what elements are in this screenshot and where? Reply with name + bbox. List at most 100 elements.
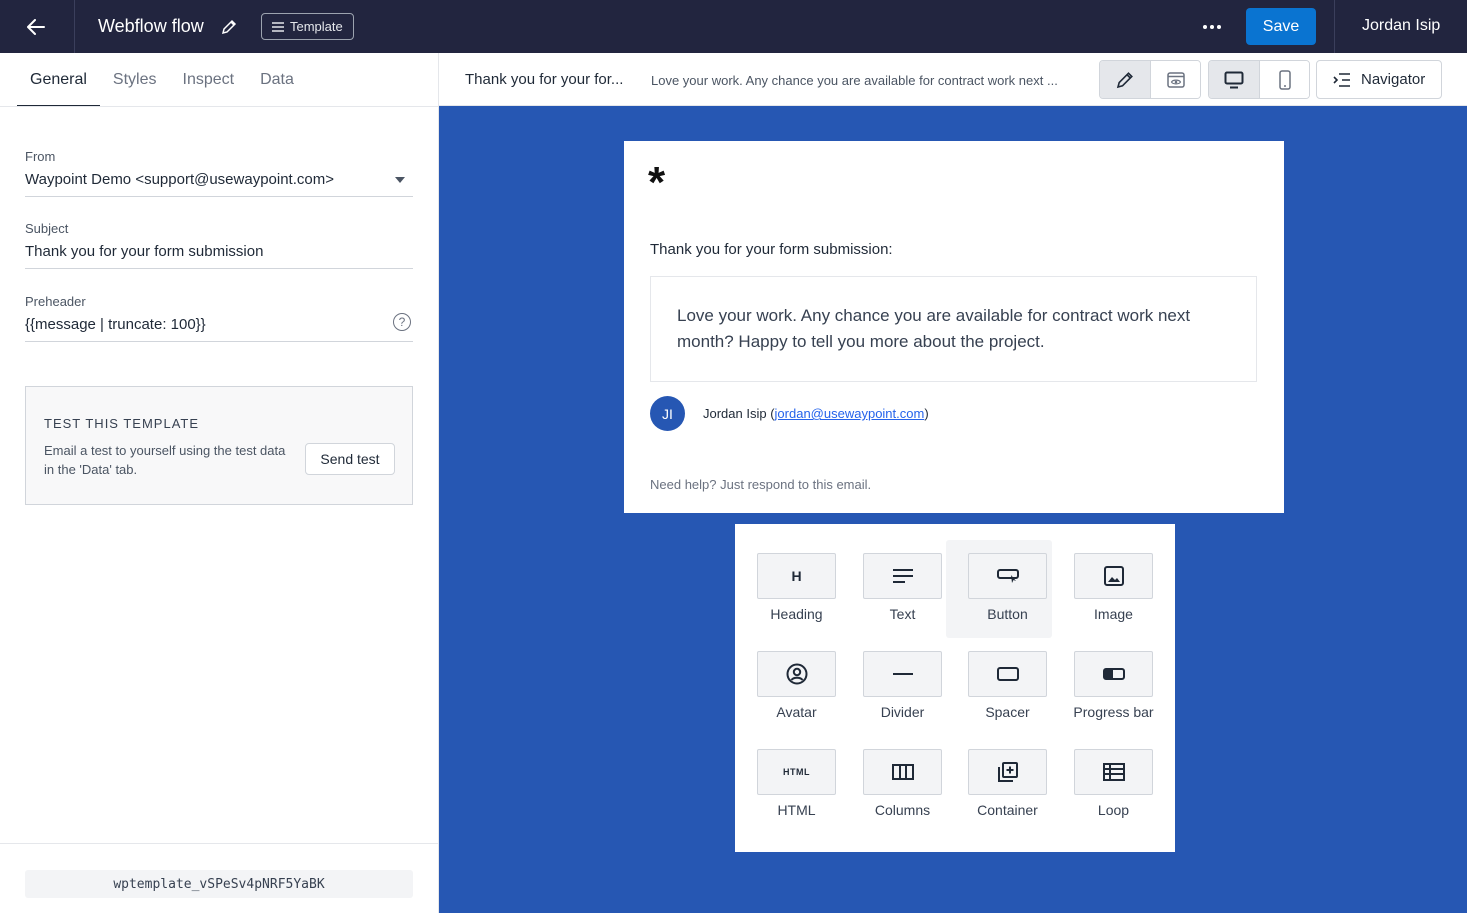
- mobile-icon: [1278, 69, 1291, 90]
- more-options-button[interactable]: [1196, 14, 1228, 40]
- block-label: Heading: [770, 606, 823, 622]
- from-select[interactable]: Waypoint Demo <support@usewaypoint.com>: [25, 171, 413, 197]
- from-value: Waypoint Demo <support@usewaypoint.com>: [25, 171, 334, 188]
- block-heading[interactable]: H Heading: [735, 540, 841, 638]
- test-card-title: TEST THIS TEMPLATE: [44, 416, 200, 431]
- device-toggle: [1208, 60, 1310, 99]
- mode-toggle: [1099, 60, 1201, 99]
- test-template-card: TEST THIS TEMPLATE Email a test to yours…: [25, 386, 413, 505]
- settings-panel: General Styles Inspect Data From Waypoin…: [0, 53, 439, 913]
- tab-inspect[interactable]: Inspect: [170, 53, 248, 107]
- email-canvas: * Thank you for your form submission: Lo…: [439, 106, 1467, 913]
- heading-icon: H: [757, 553, 836, 599]
- preview-toolbar: Thank you for your for... Love your work…: [439, 53, 1467, 106]
- block-label: Container: [977, 802, 1038, 818]
- block-label: Spacer: [985, 704, 1030, 720]
- send-test-button[interactable]: Send test: [305, 443, 395, 475]
- block-label: Image: [1094, 606, 1133, 622]
- user-menu[interactable]: Jordan Isip: [1362, 17, 1440, 35]
- footer-divider: [0, 843, 439, 844]
- preheader-field: Preheader {{message | truncate: 100}} ?: [25, 294, 413, 342]
- chevron-down-icon: [395, 177, 405, 183]
- navigator-icon: [1333, 72, 1350, 87]
- html-icon: HTML: [757, 749, 836, 795]
- divider: [74, 0, 75, 53]
- pencil-icon: [221, 19, 237, 35]
- message-block[interactable]: Love your work. Any chance you are avail…: [650, 276, 1257, 382]
- subject-input[interactable]: Thank you for your form submission: [25, 243, 413, 269]
- panel-tabs: General Styles Inspect Data: [17, 53, 307, 107]
- block-image[interactable]: Image: [1052, 540, 1158, 638]
- block-container[interactable]: Container: [946, 736, 1052, 834]
- help-icon[interactable]: ?: [393, 313, 411, 331]
- avatar-icon: [757, 651, 836, 697]
- loop-icon: [1074, 749, 1153, 795]
- navigator-label: Navigator: [1361, 71, 1426, 88]
- logo-icon: *: [648, 158, 666, 207]
- divider: [1334, 0, 1335, 53]
- preview-subject: Thank you for your for...: [465, 71, 624, 88]
- tabs-divider: [0, 106, 439, 107]
- block-label: Loop: [1097, 802, 1130, 818]
- block-columns[interactable]: Columns: [841, 736, 947, 834]
- divider-icon: [863, 651, 942, 697]
- tab-general[interactable]: General: [17, 53, 100, 107]
- block-button[interactable]: Button: [946, 540, 1052, 638]
- test-card-description: Email a test to yourself using the test …: [44, 443, 286, 477]
- template-id[interactable]: wptemplate_vSPeSv4pNRF5YaBK: [25, 870, 413, 898]
- edit-title-button[interactable]: [218, 16, 240, 38]
- arrow-left-icon: [27, 19, 45, 35]
- button-icon: [968, 553, 1047, 599]
- more-horizontal-icon: [1203, 25, 1221, 29]
- subject-field: Subject Thank you for your form submissi…: [25, 221, 413, 269]
- preheader-value: {{message | truncate: 100}}: [25, 316, 206, 333]
- email-preview[interactable]: * Thank you for your form submission: Lo…: [624, 141, 1284, 513]
- from-label: From: [25, 149, 56, 164]
- top-bar: Webflow flow Template Save Jordan Isip: [0, 0, 1467, 53]
- preheader-input[interactable]: {{message | truncate: 100}} ?: [25, 313, 413, 342]
- navigator-button[interactable]: Navigator: [1316, 60, 1442, 99]
- spacer-icon: [968, 651, 1047, 697]
- subject-label: Subject: [25, 221, 69, 236]
- block-loop[interactable]: Loop: [1052, 736, 1158, 834]
- sender-line: Jordan Isip (jordan@usewaypoint.com): [703, 406, 929, 421]
- progress-bar-icon: [1074, 651, 1153, 697]
- block-html[interactable]: HTML HTML: [735, 736, 841, 834]
- container-icon: [968, 749, 1047, 795]
- flow-title: Webflow flow: [98, 16, 204, 36]
- sender-email-link[interactable]: jordan@usewaypoint.com: [775, 406, 925, 421]
- from-field: From Waypoint Demo <support@usewaypoint.…: [25, 149, 413, 197]
- avatar: JI: [650, 396, 685, 431]
- html-glyph: HTML: [783, 767, 810, 777]
- tab-styles[interactable]: Styles: [100, 53, 170, 107]
- edit-mode-button[interactable]: [1100, 61, 1150, 98]
- block-divider[interactable]: Divider: [841, 638, 947, 736]
- block-label: Progress bar: [1073, 704, 1154, 720]
- sender-name: Jordan Isip (: [703, 406, 775, 421]
- preview-preheader: Love your work. Any chance you are avail…: [651, 73, 1058, 88]
- columns-icon: [863, 749, 942, 795]
- heading-glyph: H: [791, 568, 802, 584]
- image-icon: [1074, 553, 1153, 599]
- save-button[interactable]: Save: [1246, 8, 1316, 45]
- preview-eye-icon: [1166, 71, 1185, 88]
- block-label: HTML: [777, 802, 816, 818]
- block-palette: H Heading Text Button Image Avatar Divid…: [735, 524, 1175, 852]
- tab-data[interactable]: Data: [247, 53, 307, 107]
- mobile-view-button[interactable]: [1259, 61, 1309, 98]
- back-button[interactable]: [18, 11, 54, 43]
- sender-close: ): [924, 406, 929, 421]
- block-avatar[interactable]: Avatar: [735, 638, 841, 736]
- desktop-icon: [1224, 71, 1244, 88]
- desktop-view-button[interactable]: [1209, 61, 1259, 98]
- block-text[interactable]: Text: [841, 540, 947, 638]
- help-footer-text: Need help? Just respond to this email.: [650, 477, 872, 492]
- block-progress-bar[interactable]: Progress bar: [1052, 638, 1158, 736]
- preheader-label: Preheader: [25, 294, 86, 309]
- block-spacer[interactable]: Spacer: [946, 638, 1052, 736]
- block-label: Avatar: [776, 704, 817, 720]
- email-intro-text[interactable]: Thank you for your form submission:: [650, 241, 893, 258]
- preview-mode-button[interactable]: [1150, 61, 1200, 98]
- template-badge-label: Template: [290, 19, 343, 34]
- template-badge[interactable]: Template: [261, 13, 354, 40]
